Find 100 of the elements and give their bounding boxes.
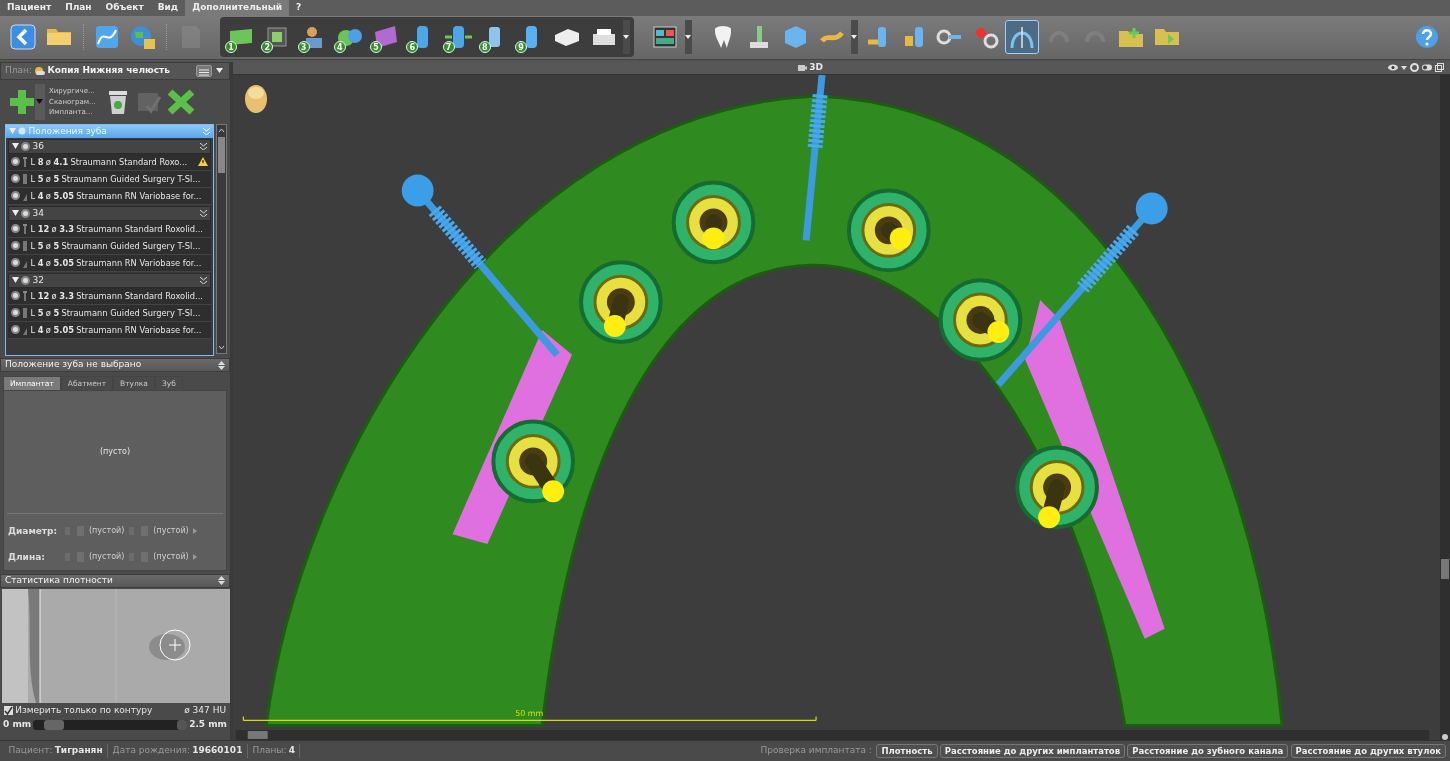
- menu-icon: [198, 68, 209, 76]
- caret-icon[interactable]: [1401, 65, 1407, 70]
- cylinder-icon: [443, 24, 474, 51]
- expanded-icon[interactable]: [12, 277, 19, 284]
- step-number: 7: [442, 41, 455, 54]
- eye-icon[interactable]: [1388, 64, 1398, 72]
- spinner-icon: [218, 576, 225, 585]
- component-name: Straumann Guided Surgery T-Sl...: [61, 172, 202, 185]
- section-header[interactable]: Статистика плотности: [0, 573, 230, 588]
- menu-item[interactable]: Объект: [98, 0, 151, 16]
- chevron-icon: [200, 209, 207, 217]
- group-label: 32: [32, 273, 45, 287]
- plan-label: План:: [5, 64, 32, 77]
- check-label: Проверка имплантата :: [760, 744, 872, 758]
- toolbar-button[interactable]: 1: [224, 20, 258, 55]
- cylinder-icon: [902, 25, 925, 50]
- slider-thumb[interactable]: [176, 719, 187, 730]
- component-name: Straumann Standard Roxolid...: [76, 222, 204, 235]
- length-value: L 4: [30, 256, 44, 269]
- chevron-icon: [203, 127, 210, 135]
- implant-drawing[interactable]: [579, 260, 663, 344]
- 3d-view[interactable]: 50 mm: [233, 74, 1432, 731]
- toolbar-button[interactable]: 8: [477, 20, 512, 55]
- dropdown-button[interactable]: [622, 20, 630, 55]
- cross-icon: [167, 88, 196, 115]
- slider-thumb[interactable]: [44, 719, 65, 730]
- menu-item[interactable]: Вид: [150, 0, 186, 16]
- scrollbar[interactable]: [216, 123, 227, 354]
- dropdown-button[interactable]: [851, 20, 858, 55]
- step-number: 5: [370, 41, 382, 54]
- guide-pin-drawing[interactable]: [802, 74, 828, 241]
- remove-button[interactable]: [167, 88, 196, 115]
- guide-pin-drawing[interactable]: [401, 174, 560, 357]
- toggle-icon[interactable]: [1422, 64, 1432, 72]
- implant-drawing[interactable]: [491, 419, 576, 504]
- folder-icon: [45, 27, 74, 48]
- menu-item[interactable]: Пациент: [0, 0, 59, 16]
- expanded-icon[interactable]: [12, 210, 19, 217]
- empty-message: (пусто): [99, 446, 131, 459]
- slider-track[interactable]: [33, 719, 187, 730]
- dropdown-button[interactable]: [684, 20, 692, 55]
- arrow-icon: [193, 554, 198, 561]
- checkbox[interactable]: [4, 706, 13, 715]
- tree-group[interactable]: 34: [8, 205, 211, 221]
- horizontal-scrollbar[interactable]: [233, 730, 1432, 741]
- diameter-value: ø 5: [45, 306, 60, 319]
- component-name: Straumann Standard Roxolid...: [76, 289, 204, 302]
- check-button[interactable]: Расстояние до других втулок: [1290, 744, 1446, 759]
- menu-item[interactable]: Дополнительный: [185, 0, 290, 16]
- length-value: L 5: [30, 239, 44, 252]
- caret-icon: [684, 35, 691, 40]
- check-button[interactable]: Расстояние до зубного канала: [1127, 744, 1289, 759]
- length-value: L 12: [30, 289, 50, 302]
- tree-group[interactable]: 36: [8, 138, 211, 154]
- implant-drawing[interactable]: [671, 180, 756, 264]
- diameter-value: ø 5: [45, 239, 60, 252]
- vertical-scrollbar[interactable]: [1440, 74, 1450, 743]
- group-label: 34: [32, 206, 45, 220]
- menu-button[interactable]: [195, 64, 212, 77]
- toolbar-button[interactable]: 4: [332, 20, 367, 55]
- person-icon: [303, 24, 324, 50]
- tree-label: Положения зуба: [28, 124, 108, 138]
- length-value: L 5: [30, 172, 44, 185]
- implant-drawing[interactable]: [938, 277, 1023, 362]
- toolbar-button[interactable]: 9: [514, 20, 548, 55]
- field-label: Диаметр:: [8, 524, 59, 538]
- toolbar-button[interactable]: 2: [260, 20, 295, 55]
- toolbar-button[interactable]: 3: [296, 20, 331, 55]
- expanded-icon[interactable]: [12, 143, 19, 150]
- field-value: (пустой): [153, 525, 189, 538]
- implant-drawing[interactable]: [1015, 445, 1099, 529]
- check-button[interactable]: Расстояние до других имплантатов: [939, 744, 1126, 759]
- plans-count: 4: [288, 744, 295, 758]
- check-button[interactable]: Плотность: [876, 744, 938, 759]
- toolbar-button[interactable]: 5: [369, 20, 403, 55]
- step-number: 1: [225, 41, 237, 54]
- menu-item[interactable]: ?: [289, 0, 309, 16]
- step-number: 8: [478, 41, 491, 54]
- sun-icon: [34, 66, 46, 76]
- menu-item[interactable]: План: [58, 0, 99, 16]
- add-button[interactable]: [8, 87, 36, 116]
- toolbar-button[interactable]: 6: [405, 20, 440, 55]
- cylinder-icon: [487, 25, 503, 50]
- implant-drawing[interactable]: [846, 188, 931, 272]
- group-label: 36: [32, 139, 45, 153]
- sphere-icon: [335, 26, 364, 48]
- patient-label: Пациент:: [8, 744, 53, 758]
- section-header[interactable]: Положение зуба не выбрано: [0, 358, 230, 372]
- tree-group[interactable]: 32: [8, 272, 211, 288]
- caret-icon: [216, 68, 223, 73]
- guide-pin-drawing[interactable]: [995, 192, 1168, 387]
- windows-icon[interactable]: [1435, 63, 1444, 73]
- toolbar-button[interactable]: 7: [441, 20, 476, 55]
- settings-icon[interactable]: [1410, 63, 1419, 73]
- section-title: Статистика плотности: [5, 573, 114, 587]
- tool-icon: [748, 24, 771, 51]
- section-title: Положение зуба не выбрано: [5, 358, 143, 372]
- step-number: 4: [333, 41, 346, 54]
- folder-icon: [1117, 25, 1145, 49]
- cylinder-icon: [523, 24, 539, 51]
